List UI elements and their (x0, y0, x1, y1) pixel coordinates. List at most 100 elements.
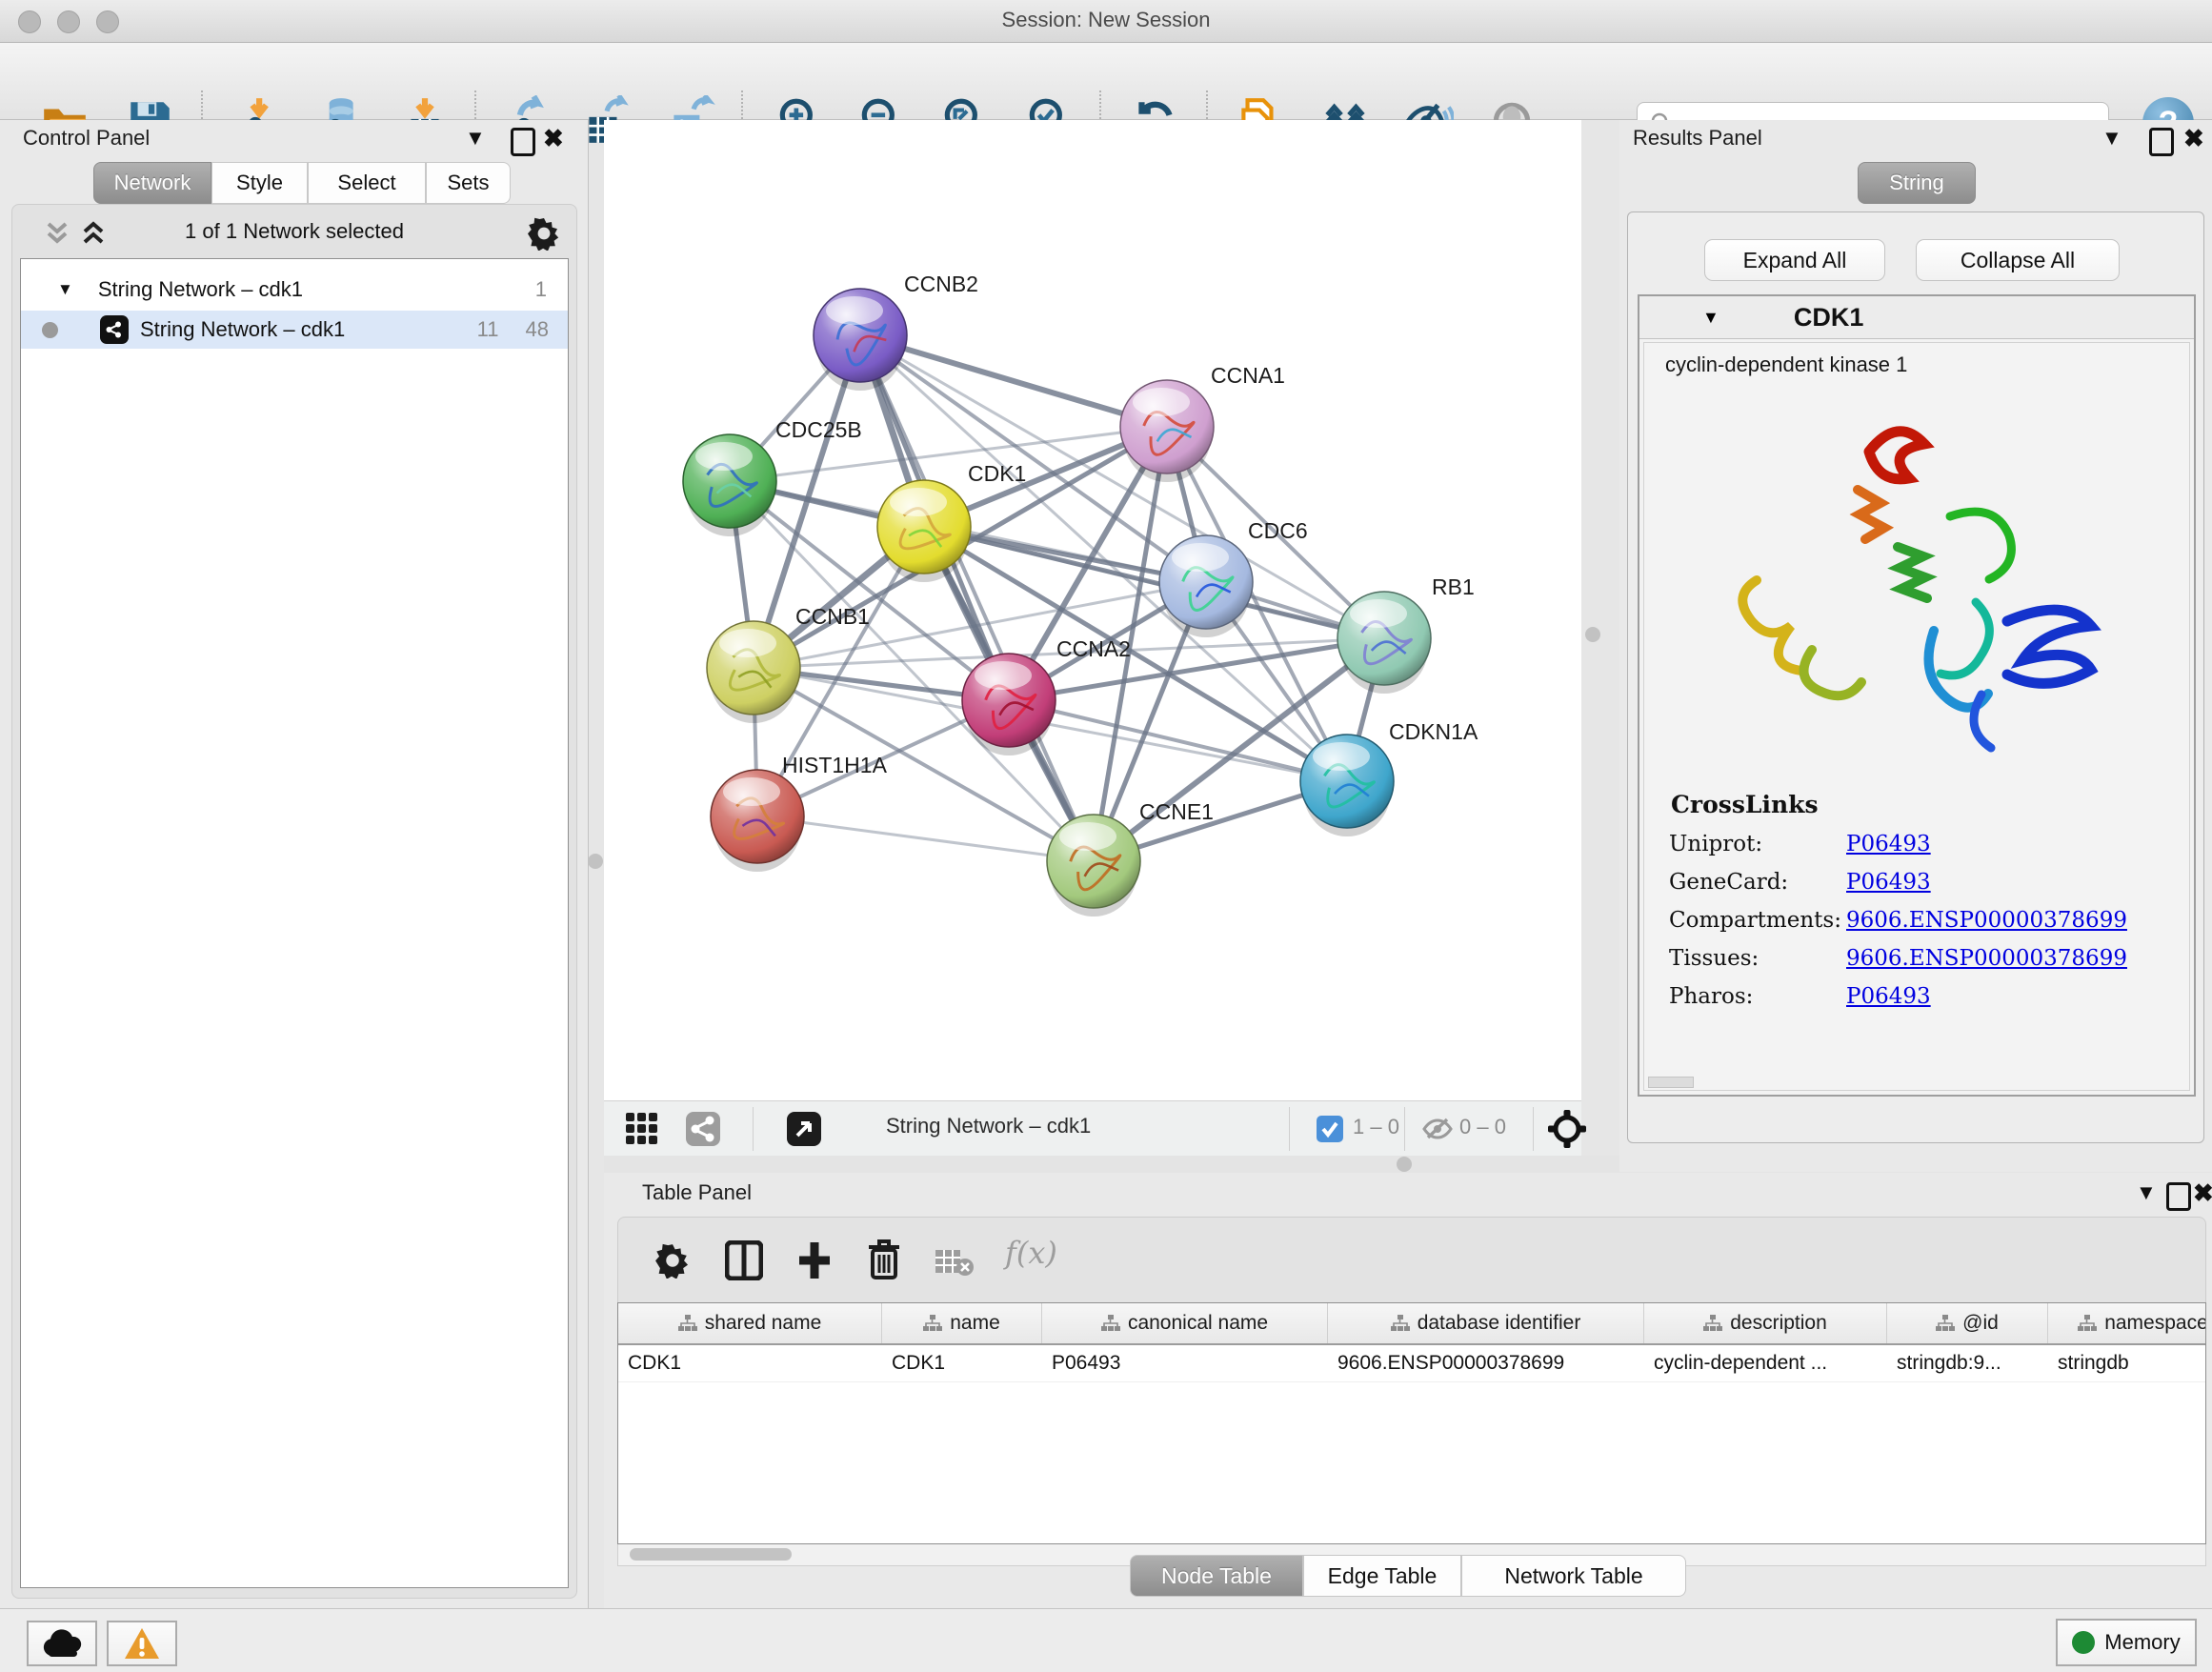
collection-count: 1 (535, 277, 547, 302)
expand-all-button[interactable]: Expand All (1704, 239, 1885, 281)
node-label-CCNE1: CCNE1 (1139, 799, 1214, 824)
memory-button[interactable]: Memory (2056, 1619, 2197, 1666)
selected-checkbox-icon[interactable] (1317, 1116, 1343, 1142)
close-panel-icon[interactable]: ✖ (2183, 124, 2204, 153)
tab-style[interactable]: Style (211, 162, 308, 204)
edge-CCNB2-CCNA1[interactable] (860, 335, 1167, 427)
function-builder-icon[interactable]: f(x) (1005, 1235, 1057, 1271)
automation-cloud-button[interactable] (27, 1621, 97, 1666)
node-RB1[interactable]: RB1 (1337, 574, 1475, 694)
collapse-all-button[interactable]: Collapse All (1916, 239, 2120, 281)
separator (1289, 1107, 1290, 1151)
float-panel-icon[interactable] (2166, 1182, 2191, 1211)
tab-network[interactable]: Network (93, 162, 211, 204)
trash-icon[interactable] (866, 1239, 902, 1280)
node-HIST1H1A[interactable]: HIST1H1A (711, 753, 888, 872)
window-title: Session: New Session (0, 8, 2212, 32)
network-collection-row[interactable]: ▼ String Network – cdk1 1 (21, 271, 568, 309)
grid-view-icon[interactable] (625, 1112, 659, 1146)
table-panel: Table Panel ▼ ✖ f(x) shared namenamecano… (604, 1173, 2212, 1608)
crosshair-icon[interactable] (1547, 1109, 1587, 1149)
entry-description: cyclin-dependent kinase 1 (1665, 353, 2189, 377)
gear-icon[interactable] (527, 216, 561, 251)
crosslink-label: Pharos: (1669, 984, 1846, 1009)
splitter-handle[interactable] (1397, 1157, 1412, 1172)
tab-network-table[interactable]: Network Table (1461, 1555, 1686, 1597)
panel-menu-icon[interactable]: ▼ (465, 126, 486, 151)
control-panel: Control Panel ▼ ✖ NetworkStyleSelectSets… (0, 120, 589, 1608)
tab-node-table[interactable]: Node Table (1130, 1555, 1303, 1597)
column-header-description[interactable]: description (1644, 1303, 1887, 1343)
column-header-name[interactable]: name (882, 1303, 1042, 1343)
network-manager: 1 of 1 Network selected ▼ String Network… (11, 204, 577, 1599)
tab-edge-table[interactable]: Edge Table (1303, 1555, 1461, 1597)
table-cell[interactable]: P06493 (1042, 1345, 1328, 1381)
column-header-namespace[interactable]: namespace (2048, 1303, 2206, 1343)
crosslink-label: GeneCard: (1669, 870, 1846, 895)
table-cell[interactable]: CDK1 (882, 1345, 1042, 1381)
node-label-HIST1H1A: HIST1H1A (782, 753, 888, 777)
hidden-eye-icon (1421, 1114, 1454, 1144)
edge-CCNB2-CCNE1[interactable] (860, 335, 1094, 861)
birdseye-toggle-icon[interactable] (787, 1112, 821, 1146)
node-CDKN1A[interactable]: CDKN1A (1300, 719, 1478, 836)
network-canvas[interactable]: CCNB2CCNA1CDC25BCDK1CDC6RB1CCNB1CCNA2CDK… (604, 120, 1581, 1100)
table-cell[interactable]: stringdb (2048, 1345, 2206, 1381)
column-header-@id[interactable]: @id (1887, 1303, 2048, 1343)
tab-select[interactable]: Select (308, 162, 426, 204)
crosslink-row: GeneCard:P06493 (1669, 870, 2189, 895)
node-label-CDC6: CDC6 (1248, 518, 1308, 543)
add-icon[interactable] (795, 1240, 834, 1280)
close-panel-icon[interactable]: ✖ (543, 124, 564, 153)
status-bar: Memory (0, 1608, 2212, 1672)
network-tree: ▼ String Network – cdk1 1 String Network… (20, 258, 569, 1588)
mini-scrollbar[interactable] (1648, 1077, 1694, 1088)
float-panel-icon[interactable] (511, 128, 535, 156)
crosslink-link[interactable]: P06493 (1846, 870, 1931, 895)
warnings-button[interactable] (107, 1621, 177, 1666)
float-panel-icon[interactable] (2149, 128, 2174, 156)
column-header-database-identifier[interactable]: database identifier (1328, 1303, 1644, 1343)
node-CDC6[interactable]: CDC6 (1159, 518, 1308, 637)
splitter-handle[interactable] (1585, 627, 1600, 642)
share-view-icon[interactable] (686, 1112, 720, 1146)
tab-string[interactable]: String (1858, 162, 1976, 204)
network-row[interactable]: String Network – cdk1 11 48 (21, 311, 568, 349)
collapse-entry-icon[interactable]: ▼ (1702, 308, 1719, 328)
entry-name: CDK1 (1794, 303, 1864, 332)
close-panel-icon[interactable]: ✖ (2193, 1178, 2212, 1208)
tab-sets[interactable]: Sets (426, 162, 511, 204)
crosslink-link[interactable]: 9606.ENSP00000378699 (1846, 908, 2127, 933)
memory-status-dot (2072, 1631, 2095, 1654)
string-network-icon (100, 315, 129, 344)
network-state-dot (42, 322, 58, 338)
columns-icon[interactable] (725, 1240, 763, 1280)
selected-count: 1 – 0 (1353, 1115, 1399, 1139)
splitter-handle[interactable] (588, 854, 603, 869)
crosslink-row: Compartments:9606.ENSP00000378699 (1669, 908, 2189, 933)
column-header-shared-name[interactable]: shared name (618, 1303, 882, 1343)
scrollbar-thumb[interactable] (630, 1548, 792, 1561)
table-cell[interactable]: cyclin-dependent ... (1644, 1345, 1887, 1381)
crosslink-link[interactable]: 9606.ENSP00000378699 (1846, 946, 2127, 971)
node-table[interactable]: shared namenamecanonical namedatabase id… (617, 1302, 2206, 1544)
node-CCNB2[interactable]: CCNB2 (814, 272, 978, 391)
results-panel-title: Results Panel (1633, 126, 1762, 151)
table-cell[interactable]: stringdb:9... (1887, 1345, 2048, 1381)
crosslink-label: Tissues: (1669, 946, 1846, 971)
column-type-icon (1101, 1315, 1120, 1332)
panel-menu-icon[interactable]: ▼ (2101, 126, 2122, 151)
crosslink-link[interactable]: P06493 (1846, 832, 1931, 856)
panel-menu-icon[interactable]: ▼ (2136, 1180, 2157, 1205)
table-cell[interactable]: CDK1 (618, 1345, 882, 1381)
column-header-canonical-name[interactable]: canonical name (1042, 1303, 1328, 1343)
table-cell[interactable]: 9606.ENSP00000378699 (1328, 1345, 1644, 1381)
edge-HIST1H1A-CCNE1[interactable] (757, 816, 1094, 861)
node-label-CCNB2: CCNB2 (904, 272, 978, 296)
separator (753, 1107, 754, 1151)
control-panel-title: Control Panel (23, 126, 150, 151)
delete-table-icon[interactable] (935, 1248, 975, 1277)
gear-icon[interactable] (654, 1242, 691, 1279)
expander-icon[interactable]: ▼ (57, 280, 73, 299)
crosslink-link[interactable]: P06493 (1846, 984, 1931, 1009)
